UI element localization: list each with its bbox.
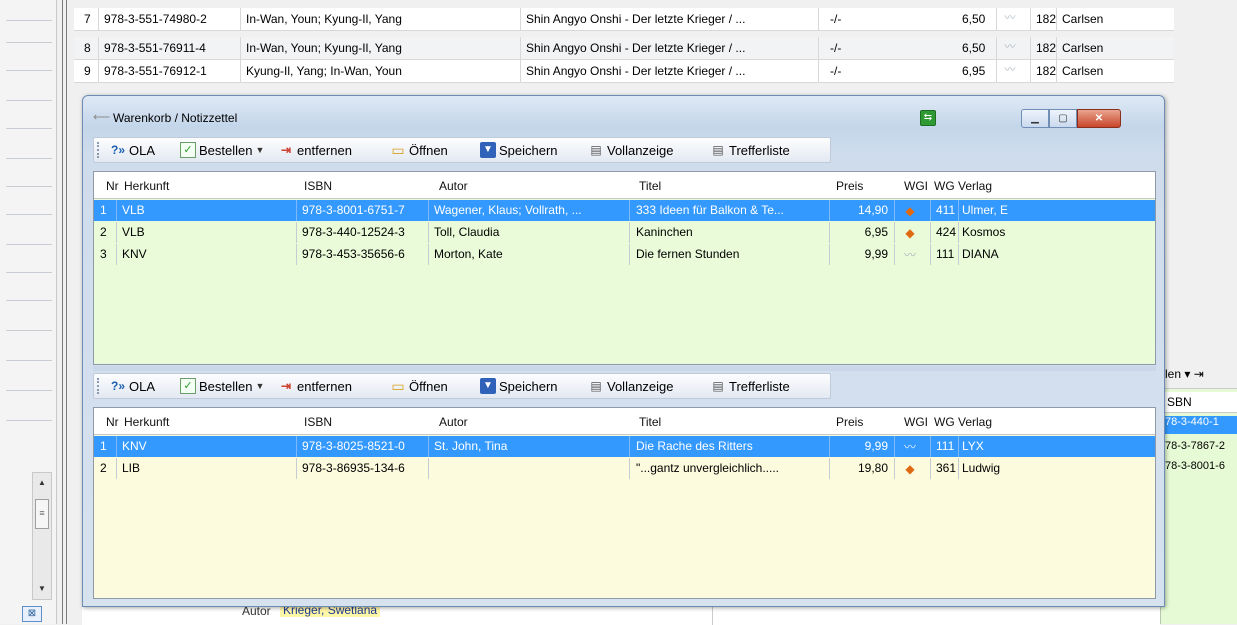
- notes-toolbar: ?» OLA ✓ Bestellen ▼ ⇥ entfernen ▭ Öffnen ▼ Sp…: [93, 373, 831, 399]
- left-scrollbar[interactable]: ▲ ≡ ▼: [32, 472, 52, 600]
- expand-icon[interactable]: ⊠: [22, 606, 42, 622]
- table-row[interactable]: 1 VLB 978-3-8001-6751-7 Wagener, Klaus; …: [94, 200, 1155, 221]
- speichern-button[interactable]: ▼ Speichern: [480, 378, 558, 394]
- minimize-button[interactable]: ▁: [1021, 109, 1049, 128]
- column-header-isbn[interactable]: ISBN: [304, 415, 332, 429]
- table-row[interactable]: 3 KNV 978-3-453-35656-6 Morton, Kate Die…: [94, 244, 1155, 265]
- vollanzeige-button[interactable]: ▤ Vollanzeige: [588, 142, 673, 158]
- right-toolbar: len ▾ ⇥: [1161, 360, 1237, 389]
- table-row[interactable]: 2 VLB 978-3-440-12524-3 Toll, Claudia Ka…: [94, 222, 1155, 243]
- book-orange-icon: ◆: [905, 226, 915, 240]
- book-orange-icon: ◆: [905, 462, 915, 476]
- scroll-thumb[interactable]: ≡: [35, 499, 49, 529]
- column-header-titel[interactable]: Titel: [639, 415, 661, 429]
- column-header-preis[interactable]: Preis: [836, 415, 863, 429]
- column-header-wg[interactable]: WG: [934, 179, 955, 193]
- close-icon: ✕: [1094, 113, 1104, 124]
- table-row[interactable]: 9 978-3-551-76912-1 Kyung-Il, Yang; In-W…: [74, 60, 1174, 83]
- warenkorb-window: ⟵ Warenkorb / Notizzettel ⇆ ▁ ▢ ✕ ?» OLA …: [82, 95, 1165, 607]
- printer-icon: ▤: [712, 379, 724, 393]
- window-title: Warenkorb / Notizzettel: [113, 111, 238, 125]
- column-header-wgi[interactable]: WGI: [904, 179, 928, 193]
- table-row[interactable]: 7 978-3-551-74980-2 In-Wan, Youn; Kyung-…: [74, 8, 1174, 31]
- scroll-up-icon[interactable]: ▲: [33, 475, 51, 491]
- folder-icon: ▭: [391, 378, 405, 394]
- column-header-wg[interactable]: WG: [934, 415, 955, 429]
- notes-grid-header: Nr Herkunft ISBN Autor Titel Preis WGI W…: [94, 408, 1155, 435]
- list-item[interactable]: 78-3-440-1: [1165, 416, 1237, 434]
- printer-icon: ▤: [590, 143, 602, 157]
- check-icon: ✓: [180, 378, 196, 394]
- cart-grid-header: Nr Herkunft ISBN Autor Titel Preis WGI W…: [94, 172, 1155, 199]
- ola-icon: ?»: [110, 379, 125, 393]
- book-open-icon: 〰: [1004, 41, 1016, 53]
- oeffnen-button[interactable]: ▭ Öffnen: [390, 142, 447, 158]
- column-header-nr[interactable]: Nr: [106, 179, 119, 193]
- book-open-icon: 〰: [903, 248, 916, 262]
- column-header-herkunft[interactable]: Herkunft: [124, 415, 169, 429]
- column-header-isbn[interactable]: SBN: [1167, 395, 1192, 409]
- column-header-titel[interactable]: Titel: [639, 179, 661, 193]
- vollanzeige-button[interactable]: ▤ Vollanzeige: [588, 378, 673, 394]
- column-header-nr[interactable]: Nr: [106, 415, 119, 429]
- column-header-autor[interactable]: Autor: [439, 415, 468, 429]
- toolbar-grip[interactable]: [97, 378, 102, 394]
- check-icon: ✓: [180, 142, 196, 158]
- list-item[interactable]: 78-3-7867-2: [1165, 440, 1225, 458]
- notes-grid: Nr Herkunft ISBN Autor Titel Preis WGI W…: [93, 407, 1156, 599]
- save-icon: ▼: [480, 378, 496, 394]
- save-icon: ▼: [480, 142, 496, 158]
- sync-icon[interactable]: ⇆: [920, 110, 936, 126]
- remove-icon: ⇥: [280, 143, 292, 157]
- scroll-down-icon[interactable]: ▼: [33, 581, 51, 597]
- chevron-down-icon[interactable]: ▼: [255, 381, 264, 391]
- minimize-icon: ▁: [1031, 113, 1039, 124]
- grid-splitter[interactable]: [93, 366, 1156, 371]
- left-strip-panel: ▲ ≡ ▼ ⊠: [0, 0, 57, 624]
- book-open-icon: 〰: [903, 440, 916, 454]
- column-header-verlag[interactable]: Verlag: [958, 179, 992, 193]
- book-orange-icon: ◆: [905, 204, 915, 218]
- right-result-panel: len ▾ ⇥ SBN 78-3-440-1 78-3-7867-2 78-3-…: [1160, 360, 1237, 624]
- cart-toolbar: ?» OLA ✓ Bestellen ▼ ⇥ entfernen ▭ Öffnen ▼ Sp…: [93, 137, 831, 163]
- table-row[interactable]: 2 LIB 978-3-86935-134-6 "...gantz unverg…: [94, 458, 1155, 479]
- column-header-isbn[interactable]: ISBN: [304, 179, 332, 193]
- speichern-button[interactable]: ▼ Speichern: [480, 142, 558, 158]
- entfernen-button[interactable]: ⇥ entfernen: [278, 142, 352, 158]
- maximize-icon: ▢: [1058, 113, 1068, 124]
- book-open-icon: 〰: [1004, 64, 1016, 76]
- book-open-icon: 〰: [1004, 12, 1016, 24]
- column-header-verlag[interactable]: Verlag: [958, 415, 992, 429]
- oeffnen-button[interactable]: ▭ Öffnen: [390, 378, 447, 394]
- app-icon: ⟵: [93, 110, 111, 124]
- folder-icon: ▭: [391, 142, 405, 158]
- entfernen-button[interactable]: ⇥ entfernen: [278, 378, 352, 394]
- cart-grid: Nr Herkunft ISBN Autor Titel Preis WGI W…: [93, 171, 1156, 365]
- bestellen-button[interactable]: ✓ Bestellen ▼: [180, 142, 264, 158]
- toolbar-grip[interactable]: [97, 142, 102, 158]
- ola-button[interactable]: ?» OLA: [110, 378, 155, 394]
- column-header-preis[interactable]: Preis: [836, 179, 863, 193]
- column-header-wgi[interactable]: WGI: [904, 415, 928, 429]
- chevron-down-icon[interactable]: ▼: [255, 145, 264, 155]
- right-toolbar-text[interactable]: len ▾ ⇥: [1165, 367, 1204, 381]
- column-header-autor[interactable]: Autor: [439, 179, 468, 193]
- maximize-button[interactable]: ▢: [1049, 109, 1077, 128]
- ola-icon: ?»: [110, 143, 125, 157]
- bestellen-button[interactable]: ✓ Bestellen ▼: [180, 378, 264, 394]
- ola-button[interactable]: ?» OLA: [110, 142, 155, 158]
- right-grid-header: SBN: [1161, 392, 1237, 413]
- list-item[interactable]: 78-3-8001-6: [1165, 460, 1225, 478]
- remove-icon: ⇥: [280, 379, 292, 393]
- printer-icon: ▤: [712, 143, 724, 157]
- printer-icon: ▤: [590, 379, 602, 393]
- table-row[interactable]: 8 978-3-551-76911-4 In-Wan, Youn; Kyung-…: [74, 37, 1174, 60]
- close-button[interactable]: ✕: [1077, 109, 1121, 128]
- table-row[interactable]: 1 KNV 978-3-8025-8521-0 St. John, Tina D…: [94, 436, 1155, 457]
- trefferliste-button[interactable]: ▤ Trefferliste: [710, 378, 789, 394]
- column-header-herkunft[interactable]: Herkunft: [124, 179, 169, 193]
- trefferliste-button[interactable]: ▤ Trefferliste: [710, 142, 789, 158]
